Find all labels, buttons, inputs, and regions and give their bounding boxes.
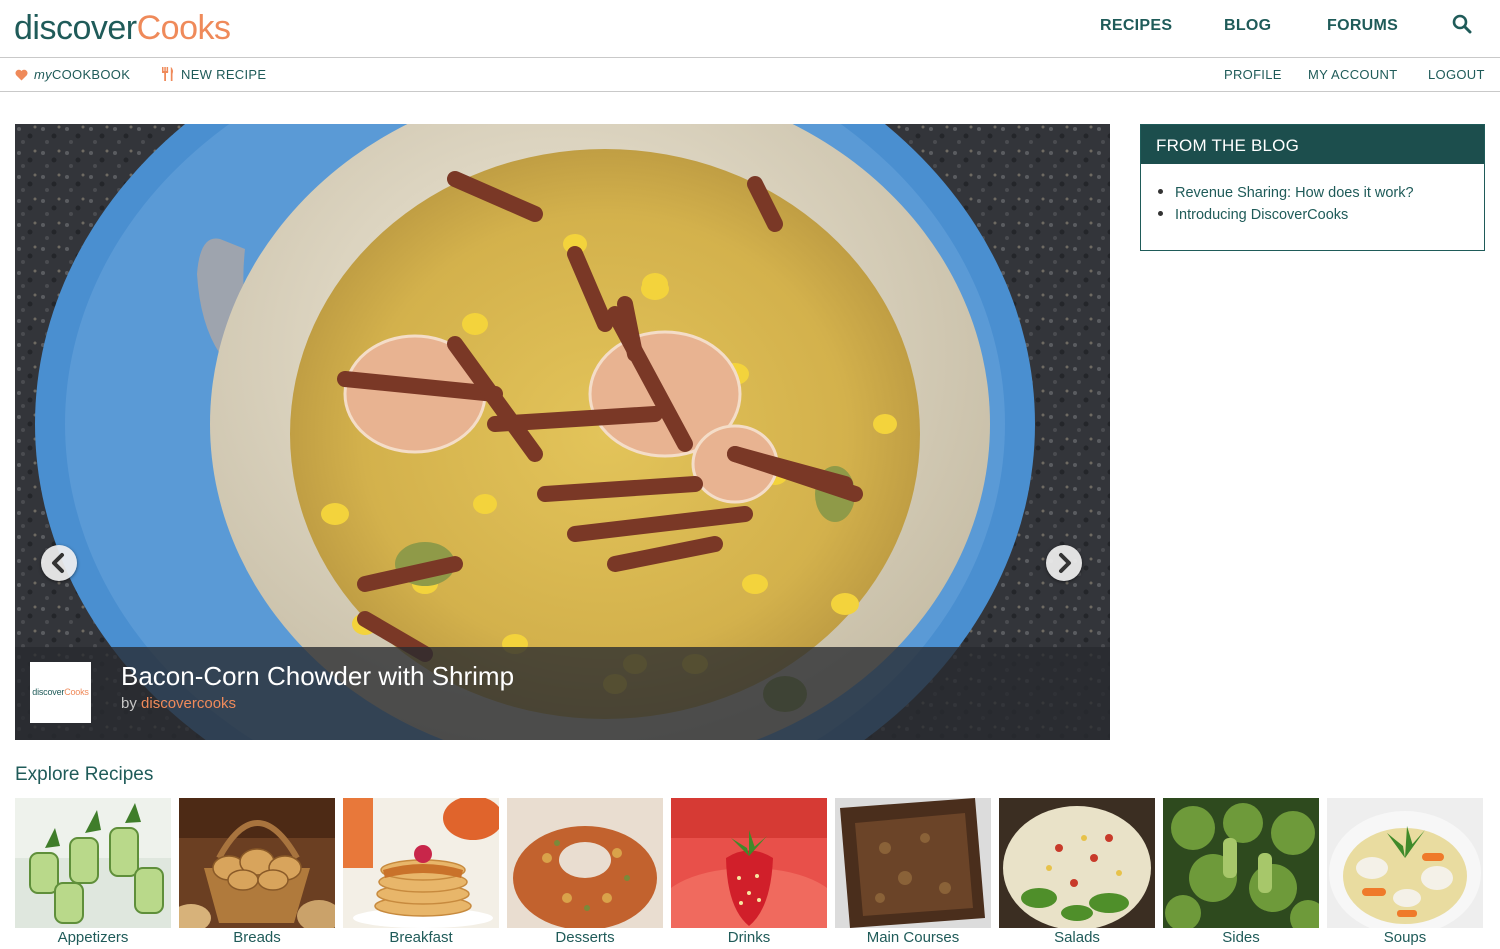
category-label[interactable]: Breakfast [343, 929, 499, 946]
hero-carousel[interactable]: discoverCooks Bacon-Corn Chowder with Sh… [15, 124, 1110, 740]
search-icon[interactable] [1452, 14, 1472, 36]
blog-panel-heading: FROM THE BLOG [1141, 125, 1484, 164]
category-label[interactable]: Salads [999, 929, 1155, 946]
drinks-image[interactable] [671, 798, 827, 928]
category-breads[interactable]: Breads [179, 798, 335, 949]
site-logo[interactable]: discoverCooks [14, 8, 231, 48]
logo-part-cooks: Cooks [136, 9, 231, 47]
category-label[interactable]: Soups [1327, 929, 1483, 946]
blog-post-item[interactable]: Introducing DiscoverCooks [1158, 204, 1484, 226]
avatar-logo-part2: Cooks [64, 687, 89, 697]
mycookbook-prefix: my [34, 67, 52, 82]
new-recipe-label: NEW RECIPE [181, 67, 267, 82]
category-breakfast[interactable]: Breakfast [343, 798, 499, 949]
profile-link[interactable]: PROFILE [1224, 67, 1282, 83]
category-label[interactable]: Drinks [671, 929, 827, 946]
carousel-prev-button[interactable] [41, 545, 77, 581]
soups-image[interactable] [1327, 798, 1483, 928]
sub-header: myCOOKBOOK NEW RECIPE PROFILE MY ACCOUNT… [0, 59, 1500, 92]
fork-knife-icon [162, 67, 173, 81]
carousel-next-button[interactable] [1046, 545, 1082, 581]
hero-caption: discoverCooks Bacon-Corn Chowder with Sh… [15, 647, 1110, 740]
sides-image[interactable] [1163, 798, 1319, 928]
hero-byline: by discovercooks [121, 695, 236, 712]
blog-post-item[interactable]: Revenue Sharing: How does it work? [1158, 182, 1484, 204]
blog-post-link[interactable]: Revenue Sharing: How does it work? [1175, 185, 1414, 201]
new-recipe-link[interactable]: NEW RECIPE [161, 67, 266, 83]
hero-recipe-title[interactable]: Bacon-Corn Chowder with Shrimp [121, 661, 514, 692]
mycookbook-label: COOKBOOK [51, 67, 131, 82]
chevron-left-icon [52, 553, 64, 573]
desserts-image[interactable] [507, 798, 663, 928]
logout-link[interactable]: LOGOUT [1428, 67, 1485, 83]
blog-post-link[interactable]: Introducing DiscoverCooks [1175, 207, 1348, 223]
category-salads[interactable]: Salads [999, 798, 1155, 949]
category-soups[interactable]: Soups [1327, 798, 1483, 949]
category-label[interactable]: Appetizers [15, 929, 171, 946]
breakfast-image[interactable] [343, 798, 499, 928]
from-the-blog-panel: FROM THE BLOG Revenue Sharing: How does … [1140, 124, 1485, 251]
top-header: discoverCooks RECIPES BLOG FORUMS [0, 0, 1500, 58]
heart-icon [15, 69, 28, 81]
mycookbook-link[interactable]: myCOOKBOOK [15, 67, 130, 83]
bullet-icon [1158, 189, 1163, 194]
nav-forums[interactable]: FORUMS [1327, 17, 1398, 35]
blog-post-list: Revenue Sharing: How does it work? Intro… [1141, 164, 1484, 226]
category-drinks[interactable]: Drinks [671, 798, 827, 949]
chevron-right-icon [1059, 553, 1071, 573]
main-courses-image[interactable] [835, 798, 991, 928]
nav-blog[interactable]: BLOG [1224, 17, 1271, 35]
category-sides[interactable]: Sides [1163, 798, 1319, 949]
nav-recipes[interactable]: RECIPES [1100, 17, 1172, 35]
logo-part-discover: discover [14, 9, 137, 47]
byline-prefix: by [121, 695, 137, 712]
category-label[interactable]: Desserts [507, 929, 663, 946]
category-label[interactable]: Main Courses [835, 929, 991, 946]
author-avatar[interactable]: discoverCooks [30, 662, 91, 723]
appetizers-image[interactable] [15, 798, 171, 928]
salads-image[interactable] [999, 798, 1155, 928]
category-appetizers[interactable]: Appetizers [15, 798, 171, 949]
explore-recipes-heading: Explore Recipes [15, 764, 154, 785]
category-desserts[interactable]: Desserts [507, 798, 663, 949]
category-label[interactable]: Breads [179, 929, 335, 946]
avatar-logo-part1: discover [32, 687, 65, 697]
bullet-icon [1158, 211, 1163, 216]
author-link[interactable]: discovercooks [141, 695, 236, 712]
category-main-courses[interactable]: Main Courses [835, 798, 991, 949]
category-label[interactable]: Sides [1163, 929, 1319, 946]
my-account-link[interactable]: MY ACCOUNT [1308, 67, 1397, 83]
breads-image[interactable] [179, 798, 335, 928]
